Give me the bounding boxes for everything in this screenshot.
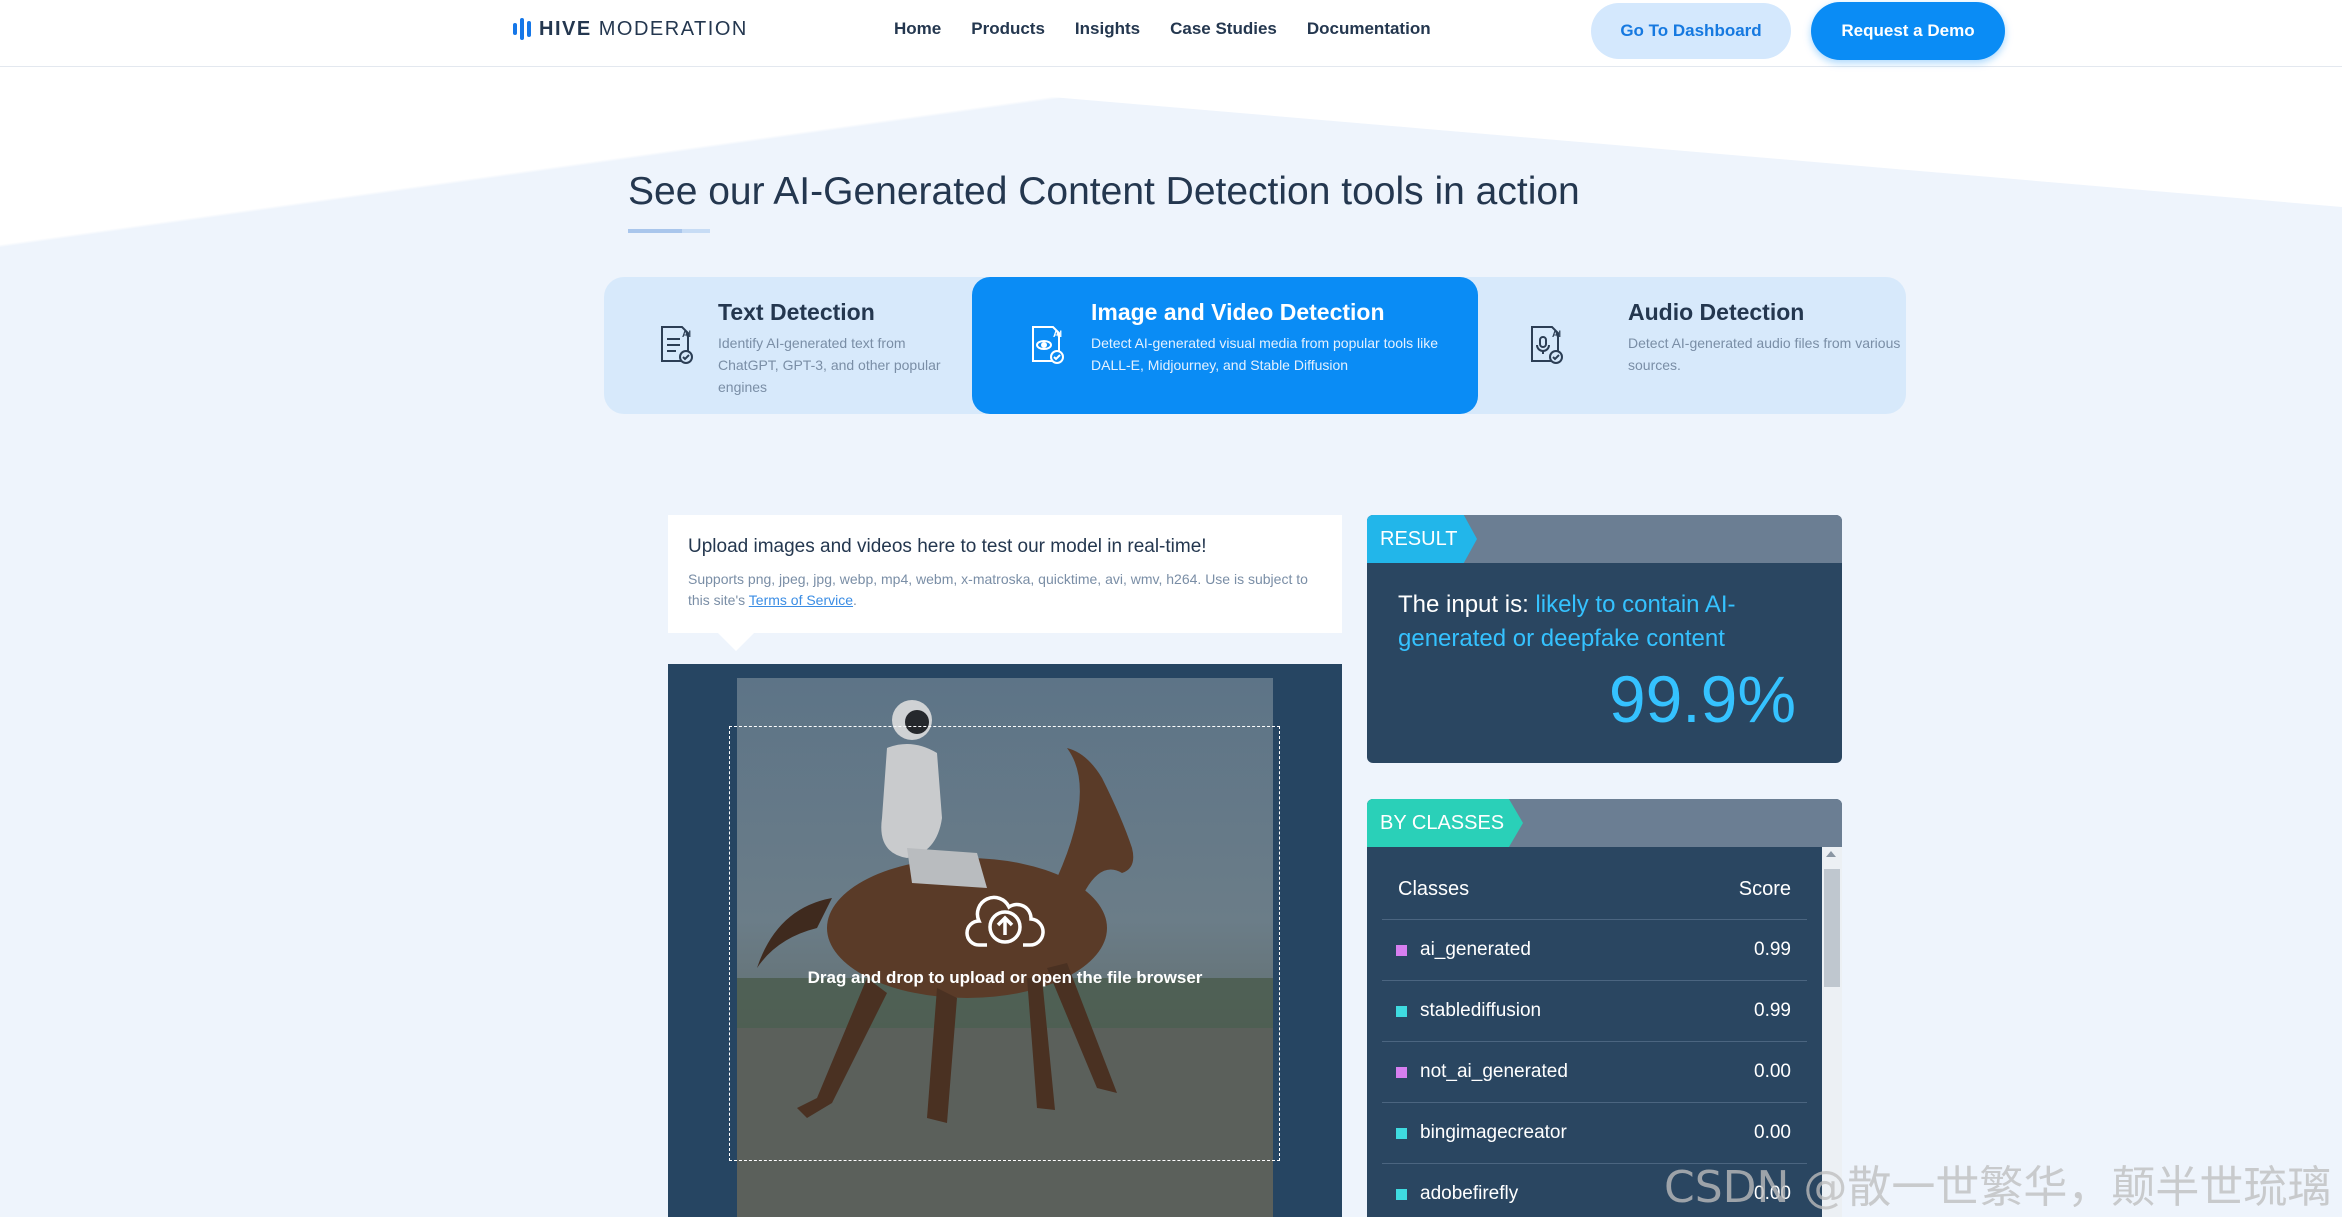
- upload-info-card: Upload images and videos here to test ou…: [668, 515, 1342, 651]
- page-title: See our AI-Generated Content Detection t…: [628, 170, 1580, 213]
- site-header: HIVE MODERATION Home Products Insights C…: [0, 0, 2342, 67]
- svg-text:AI: AI: [682, 329, 691, 339]
- logo-mark-icon: [513, 17, 531, 41]
- class-color-swatch: [1396, 1005, 1407, 1017]
- svg-text:AI: AI: [1552, 329, 1561, 339]
- cloud-upload-icon[interactable]: [965, 893, 1045, 953]
- result-panel: RESULT The input is: likely to contain A…: [1367, 515, 1842, 763]
- col-classes: Classes: [1398, 877, 1470, 900]
- nav-home[interactable]: Home: [894, 19, 941, 39]
- terms-of-service-link[interactable]: Terms of Service: [749, 592, 853, 608]
- scroll-up-arrow-icon[interactable]: [1826, 851, 1836, 857]
- nav-documentation[interactable]: Documentation: [1307, 19, 1431, 39]
- class-color-swatch: [1396, 1066, 1407, 1078]
- tab-title: Image and Video Detection: [1091, 299, 1385, 325]
- tab-title: Text Detection: [718, 299, 875, 325]
- table-header: Classes Score: [1382, 847, 1807, 920]
- go-to-dashboard-button[interactable]: Go To Dashboard: [1591, 3, 1791, 59]
- tab-image-video-detection[interactable]: AI Image and Video Detection Detect AI-g…: [972, 277, 1478, 414]
- nav-insights[interactable]: Insights: [1075, 19, 1140, 39]
- table-row: not_ai_generated 0.00: [1382, 1042, 1807, 1103]
- scroll-thumb[interactable]: [1824, 869, 1840, 987]
- table-row: ai_generated 0.99: [1382, 920, 1807, 981]
- drop-instructions: Drag and drop to upload or open the file…: [807, 968, 1203, 987]
- tab-title: Audio Detection: [1628, 299, 1805, 325]
- class-color-swatch: [1396, 944, 1407, 956]
- logo-text: HIVE MODERATION: [539, 17, 748, 40]
- tab-audio-detection[interactable]: AI Audio Detection Detect AI-generated a…: [1478, 277, 1906, 414]
- nav-products[interactable]: Products: [971, 19, 1045, 39]
- nav-case-studies[interactable]: Case Studies: [1170, 19, 1277, 39]
- ai-audio-icon: AI: [1531, 326, 1563, 364]
- watermark: CSDN @散一世繁华，颠半世琉璃: [1664, 1162, 2332, 1213]
- upload-desc: Supports png, jpeg, jpg, webp, mp4, webm…: [688, 571, 1308, 608]
- main-nav: Home Products Insights Case Studies Docu…: [894, 19, 1461, 39]
- table-row: stablediffusion 0.99: [1382, 981, 1807, 1042]
- classes-tag: BY CLASSES: [1367, 799, 1523, 847]
- tab-text-detection[interactable]: AI Text Detection Identify AI-generated …: [604, 277, 972, 414]
- upload-title: Upload images and videos here to test ou…: [688, 536, 1207, 557]
- ai-text-icon: AI: [661, 326, 693, 364]
- tab-desc: Identify AI-generated text from ChatGPT,…: [718, 335, 941, 395]
- result-verdict: The input is: likely to contain AI-gener…: [1398, 591, 1736, 652]
- class-color-swatch: [1396, 1127, 1407, 1139]
- tab-desc: Detect AI-generated audio files from var…: [1628, 335, 1901, 373]
- ai-image-icon: AI: [1032, 326, 1064, 364]
- result-score: 99.9%: [1608, 662, 1796, 736]
- detection-tabs: AI Text Detection Identify AI-generated …: [604, 277, 1906, 414]
- title-underline: [628, 229, 710, 233]
- class-color-swatch: [1396, 1188, 1407, 1200]
- result-tag: RESULT: [1367, 515, 1477, 563]
- tab-desc: Detect AI-generated visual media from po…: [1091, 335, 1439, 373]
- svg-text:AI: AI: [1053, 329, 1062, 339]
- col-score: Score: [1738, 877, 1791, 900]
- image-upload-panel[interactable]: Drag and drop to upload or open the file…: [668, 664, 1342, 1217]
- hive-logo[interactable]: HIVE MODERATION: [513, 17, 748, 41]
- request-demo-button[interactable]: Request a Demo: [1811, 2, 2005, 60]
